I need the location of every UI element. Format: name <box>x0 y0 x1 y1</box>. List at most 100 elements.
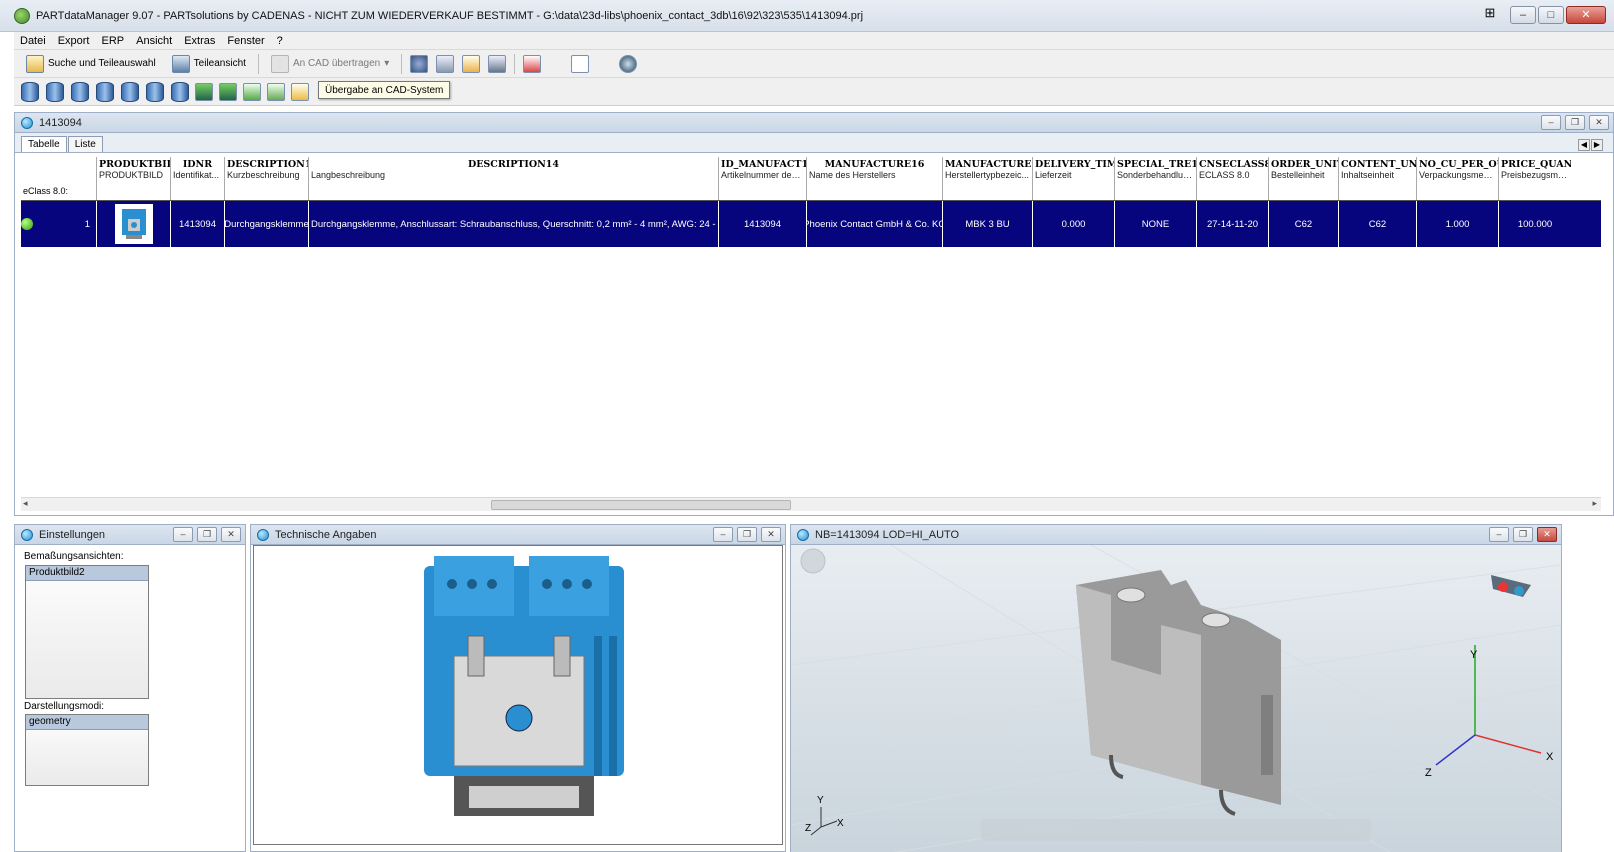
3d-viewport[interactable]: Y X Z Y X Z <box>791 545 1561 852</box>
article-no-cell[interactable]: 1413094 <box>719 201 807 247</box>
panel-restore-button[interactable]: ❐ <box>1565 115 1585 130</box>
menu-erp[interactable]: ERP <box>95 35 130 47</box>
maximize-button[interactable]: □ <box>1538 6 1564 24</box>
header-delivery-time[interactable]: DELIVERY_TIMELieferzeit <box>1033 157 1115 200</box>
header-subtitle: Bestelleinheit <box>1271 170 1325 180</box>
views-listbox[interactable]: Produktbild2 <box>25 565 149 699</box>
header-produktbild[interactable]: PRODUKTBILDPRODUKTBILD <box>97 157 171 200</box>
table-panel: 1413094 – ❐ ✕ Tabelle Liste ◀ ▶ eClass 8… <box>14 112 1614 516</box>
menu-ansicht[interactable]: Ansicht <box>130 35 178 47</box>
view-icon[interactable] <box>436 54 455 73</box>
header-subtitle: Preisbezugsmenge <box>1501 170 1569 180</box>
panel-minimize-button[interactable]: – <box>713 527 733 542</box>
nav-left-icon[interactable]: ◀ <box>1578 139 1590 151</box>
content-unit-cell[interactable]: C62 <box>1339 201 1417 247</box>
cad-transfer-button[interactable]: An CAD übertragen ▾ <box>267 53 393 75</box>
tab-liste[interactable]: Liste <box>67 136 103 152</box>
menu-datei[interactable]: Datei <box>14 35 52 47</box>
part-view-button[interactable]: Teileansicht <box>168 53 250 75</box>
header-description14[interactable]: DESCRIPTION14 Langbeschreibung <box>309 157 719 200</box>
header-cnseclass80[interactable]: CNSECLASS80ECLASS 8.0 <box>1197 157 1269 200</box>
header-title: DESCRIPTION13 <box>227 159 309 170</box>
special-cell[interactable]: NONE <box>1115 201 1197 247</box>
mini-axis-x-label: X <box>837 818 844 829</box>
panel-close-button[interactable]: ✕ <box>221 527 241 542</box>
cadenas-icon[interactable] <box>619 54 638 73</box>
database-info-icon[interactable] <box>171 81 189 102</box>
modes-listbox[interactable]: geometry <box>25 714 149 786</box>
panel-restore-button[interactable]: ❐ <box>197 527 217 542</box>
tab-tabelle[interactable]: Tabelle <box>21 136 67 152</box>
table-panel-header: 1413094 – ❐ ✕ <box>15 113 1613 133</box>
excel-icon[interactable] <box>243 82 261 101</box>
database-dropdown-icon[interactable] <box>488 54 507 73</box>
menu-fenster[interactable]: Fenster <box>221 35 270 47</box>
pack-qty-cell[interactable]: 1.000 <box>1417 201 1499 247</box>
chevron-down-icon[interactable]: ▾ <box>384 58 389 69</box>
panel-minimize-button[interactable]: – <box>1489 527 1509 542</box>
cad-export-icon[interactable] <box>291 82 309 101</box>
manufacturer-cell[interactable]: Phoenix Contact GmbH & Co. KG <box>807 201 943 247</box>
menu-extras[interactable]: Extras <box>178 35 221 47</box>
database-help-icon[interactable] <box>96 81 114 102</box>
graph-compare-icon[interactable] <box>219 82 237 101</box>
idnr-cell[interactable]: 1413094 <box>171 201 225 247</box>
product-image-cell[interactable] <box>97 201 171 247</box>
panel-close-button[interactable]: ✕ <box>761 527 781 542</box>
menu-export[interactable]: Export <box>52 35 96 47</box>
long-desc-cell[interactable]: Durchgangsklemme, Anschlussart: Schrauba… <box>309 201 719 247</box>
menu-help[interactable]: ? <box>271 35 289 47</box>
nav-right-icon[interactable]: ▶ <box>1591 139 1603 151</box>
close-button[interactable]: ✕ <box>1566 6 1606 24</box>
table-icon[interactable] <box>462 54 481 73</box>
header-content-unit[interactable]: CONTENT_UNITInhaltseinheit <box>1339 157 1417 200</box>
eclass-cell[interactable]: 27-14-11-20 <box>1197 201 1269 247</box>
database-export-icon[interactable] <box>146 81 164 102</box>
scrollbar-thumb[interactable] <box>491 500 791 510</box>
short-desc-cell[interactable]: Durchgangsklemme <box>225 201 309 247</box>
globe-icon[interactable] <box>410 54 429 73</box>
search-parts-button[interactable]: Suche und Teileauswahl <box>22 53 160 75</box>
panel-restore-button[interactable]: ❐ <box>1513 527 1533 542</box>
list-item[interactable]: geometry <box>26 715 148 730</box>
panel-close-button[interactable]: ✕ <box>1589 115 1609 130</box>
panel-minimize-button[interactable]: – <box>173 527 193 542</box>
pdf-icon[interactable] <box>523 54 542 73</box>
header-price-quant[interactable]: PRICE_QUANTPreisbezugsmenge <box>1499 157 1571 200</box>
delivery-cell[interactable]: 0.000 <box>1033 201 1115 247</box>
scroll-right-icon[interactable]: ▸ <box>1592 498 1597 509</box>
table-row[interactable]: 1 1413094 Durchgangsklemme Durchgangskle… <box>21 201 1601 247</box>
magnifier-icon[interactable] <box>571 54 590 73</box>
header-id-manufact15[interactable]: ID_MANUFACT15 Artikelnummer des ... <box>719 157 807 200</box>
header-description13[interactable]: DESCRIPTION13 Kurzbeschreibung <box>225 157 309 200</box>
header-manufacture17[interactable]: MANUFACTURE17Herstellertypbezeic... <box>943 157 1033 200</box>
panel-close-button[interactable]: ✕ <box>1537 527 1557 542</box>
header-subtitle: Verpackungsmenge <box>1419 170 1496 180</box>
database-search-icon[interactable] <box>46 81 64 102</box>
header-manufacture16[interactable]: MANUFACTURE16 Name des Herstellers <box>807 157 943 200</box>
database-icon[interactable] <box>21 81 39 102</box>
check-icon[interactable] <box>267 82 285 101</box>
header-idnr[interactable]: IDNR Identifikat... <box>171 157 225 200</box>
panel-minimize-button[interactable]: – <box>1541 115 1561 130</box>
graph-icon[interactable] <box>195 82 213 101</box>
parts-table: eClass 8.0: PRODUKTBILDPRODUKTBILD IDNRI… <box>21 157 1601 247</box>
list-item[interactable]: Produktbild2 <box>26 566 148 581</box>
header-order-unit[interactable]: ORDER_UNIT Bestelleinheit <box>1269 157 1339 200</box>
cad-transfer-label: An CAD übertragen <box>292 58 381 69</box>
horizontal-scrollbar[interactable]: ◂ ▸ <box>21 497 1601 511</box>
panel-restore-button[interactable]: ❐ <box>737 527 757 542</box>
header-eclass: eClass 8.0: <box>21 157 97 200</box>
header-special-tre19[interactable]: SPECIAL_TRE19 Sonderbehandlun... <box>1115 157 1197 200</box>
minimize-button[interactable]: – <box>1510 6 1536 24</box>
header-no-cu-per-ou[interactable]: NO_CU_PER_OU Verpackungsmenge <box>1417 157 1499 200</box>
price-qty-cell[interactable]: 100.000 <box>1499 201 1571 247</box>
database-star-icon[interactable] <box>121 81 139 102</box>
layout-grid-icon[interactable]: ⊞ <box>1480 6 1500 22</box>
order-unit-cell[interactable]: C62 <box>1269 201 1339 247</box>
database-add-icon[interactable] <box>71 81 89 102</box>
type-cell[interactable]: MBK 3 BU <box>943 201 1033 247</box>
scroll-left-icon[interactable]: ◂ <box>23 498 28 509</box>
row-index-cell[interactable]: 1 <box>21 201 97 247</box>
table-header-row: eClass 8.0: PRODUKTBILDPRODUKTBILD IDNRI… <box>21 157 1601 201</box>
